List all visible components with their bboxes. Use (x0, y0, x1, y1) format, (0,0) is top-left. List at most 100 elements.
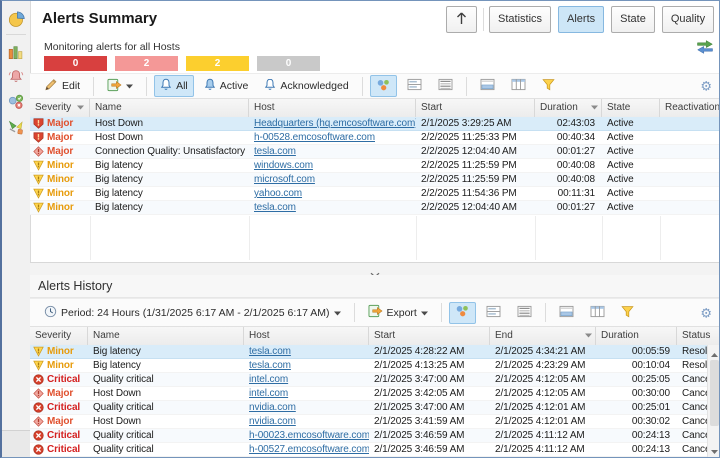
column-header-status[interactable]: Status (677, 327, 720, 345)
sidebar-bottom-panel (2, 430, 30, 457)
host-link[interactable]: h-00527.emcosoftware.com (249, 444, 369, 455)
end-cell: 2/1/2025 4:12:01 AM (490, 415, 596, 428)
compact-rows-toggle[interactable] (401, 75, 428, 97)
grid-column-line (249, 216, 250, 260)
nav-button-alerts[interactable]: Alerts (558, 6, 604, 33)
severity-triangle-icon (33, 188, 44, 199)
duration-cell: 00:05:59 (596, 345, 677, 358)
host-link[interactable]: tesla.com (249, 346, 291, 357)
host-link[interactable]: tesla.com (249, 360, 291, 371)
bar-chart-icon[interactable] (7, 43, 25, 61)
host-link[interactable]: Headquarters (hq.emcosoftware.com) (254, 118, 416, 129)
panel-splitter[interactable] (30, 262, 719, 275)
history-row[interactable]: CriticalQuality criticalintel.com2/1/202… (30, 373, 707, 387)
host-link[interactable]: tesla.com (254, 146, 296, 157)
edit-label: Edit (62, 80, 80, 92)
color-view-toggle[interactable] (449, 302, 476, 324)
severity-triangle-icon (33, 174, 44, 185)
nav-button-statistics[interactable]: Statistics (489, 6, 551, 33)
host-link[interactable]: tesla.com (254, 202, 296, 213)
host-link[interactable]: intel.com (249, 388, 288, 399)
history-title: Alerts History (38, 279, 112, 293)
history-row[interactable]: MajorHost Downnvidia.com2/1/2025 3:41:59… (30, 415, 707, 429)
column-header-end[interactable]: End (490, 327, 596, 345)
host-link[interactable]: yahoo.com (254, 188, 302, 199)
swap-arrows-icon[interactable] (696, 39, 714, 60)
alert-row[interactable]: MinorBig latencyyahoo.com2/2/2025 11:54:… (30, 187, 720, 201)
column-chooser-button[interactable] (505, 75, 532, 97)
alert-row[interactable]: MajorConnection Quality: Unsatisfactoryt… (30, 145, 720, 159)
column-header-duration[interactable]: Duration (596, 327, 677, 345)
alert-row[interactable]: MinorBig latencymicrosoft.com2/2/2025 11… (30, 173, 720, 187)
alert-row[interactable]: MajorHost DownHeadquarters (hq.emcosoftw… (30, 117, 720, 131)
compact-rows-toggle[interactable] (480, 302, 507, 324)
column-header-start[interactable]: Start (369, 327, 490, 345)
preview-pane-toggle[interactable] (474, 75, 501, 97)
column-header-host[interactable]: Host (244, 327, 369, 345)
column-header-name[interactable]: Name (90, 99, 249, 117)
column-header-severity[interactable]: Severity (30, 99, 90, 117)
column-header-start[interactable]: Start (416, 99, 535, 117)
summary-settings-gear-icon[interactable]: ⚙ (700, 80, 712, 93)
filter-all-toggle[interactable]: All (154, 75, 194, 97)
status-cell: Cancelled (677, 443, 707, 456)
filter-button[interactable] (536, 75, 561, 97)
sidebar (2, 1, 31, 457)
filter-active-toggle[interactable]: Active (198, 75, 255, 97)
alert-row[interactable]: MinorBig latencytesla.com2/2/2025 12:04:… (30, 201, 720, 215)
scrollbar-thumb[interactable] (710, 360, 719, 426)
detailed-rows-toggle[interactable] (511, 302, 538, 324)
history-settings-gear-icon[interactable]: ⚙ (700, 306, 712, 319)
history-row[interactable]: MinorBig latencytesla.com2/1/2025 4:13:2… (30, 359, 707, 373)
host-link[interactable]: nvidia.com (249, 416, 296, 427)
export-dropdown-button[interactable]: Export (362, 302, 434, 324)
toolbar-separator (93, 77, 94, 96)
pie-chart-icon[interactable] (7, 10, 25, 28)
host-link[interactable]: h-00023.emcosoftware.com (249, 430, 369, 441)
column-chooser-button[interactable] (584, 302, 611, 324)
host-link[interactable]: microsoft.com (254, 174, 315, 185)
filter-acknowledged-toggle[interactable]: Acknowledged (258, 75, 354, 97)
column-header-severity[interactable]: Severity (30, 327, 88, 345)
host-cell: h-00023.emcosoftware.com (244, 429, 369, 442)
preview-pane-toggle[interactable] (553, 302, 580, 324)
history-row[interactable]: CriticalQuality criticalnvidia.com2/1/20… (30, 401, 707, 415)
column-header-reactivation[interactable]: Reactivation ... (660, 99, 720, 117)
color-view-toggle[interactable] (370, 75, 397, 97)
column-header-duration[interactable]: Duration (535, 99, 602, 117)
host-status-icon[interactable] (7, 93, 25, 111)
edit-button[interactable]: Edit (38, 75, 86, 97)
column-header-host[interactable]: Host (249, 99, 416, 117)
name-cell: Host Down (88, 415, 244, 428)
history-scrollbar[interactable] (707, 345, 720, 457)
host-link[interactable]: windows.com (254, 160, 313, 171)
nav-button-quality[interactable]: Quality (662, 6, 714, 33)
funnel-icon (542, 78, 555, 94)
period-dropdown-button[interactable]: Period: 24 Hours (1/31/2025 6:17 AM - 2/… (38, 302, 347, 324)
severity-label: Critical (47, 401, 80, 414)
host-link[interactable]: h-00528.emcosoftware.com (254, 132, 375, 143)
column-header-name[interactable]: Name (88, 327, 244, 345)
export-dropdown-button[interactable] (101, 75, 139, 97)
history-row[interactable]: CriticalQuality criticalh-00527.emcosoft… (30, 443, 707, 457)
scrollbar-up-button[interactable] (708, 346, 720, 359)
scroll-top-button[interactable] (446, 6, 477, 33)
host-cell: Headquarters (hq.emcosoftware.com) (249, 117, 416, 130)
sort-indicator-icon (591, 105, 598, 110)
history-row[interactable]: CriticalQuality criticalh-00023.emcosoft… (30, 429, 707, 443)
severity-cell: Critical (30, 429, 88, 442)
alert-row[interactable]: MajorHost Downh-00528.emcosoftware.com2/… (30, 131, 720, 145)
scrollbar-down-button[interactable] (708, 443, 720, 456)
nav-button-state[interactable]: State (611, 6, 655, 33)
host-link[interactable]: nvidia.com (249, 402, 296, 413)
host-link[interactable]: intel.com (249, 374, 288, 385)
alerts-bell-icon[interactable] (7, 67, 25, 85)
filter-button[interactable] (615, 302, 640, 324)
alert-row[interactable]: MinorBig latencywindows.com2/2/2025 11:2… (30, 159, 720, 173)
history-row[interactable]: MinorBig latencytesla.com2/1/2025 4:28:2… (30, 345, 707, 359)
column-header-state[interactable]: State (602, 99, 660, 117)
history-row[interactable]: MajorHost Downintel.com2/1/2025 3:42:05 … (30, 387, 707, 401)
severity-label: Minor (47, 345, 74, 358)
detailed-rows-toggle[interactable] (432, 75, 459, 97)
quality-palette-icon[interactable] (7, 119, 25, 137)
